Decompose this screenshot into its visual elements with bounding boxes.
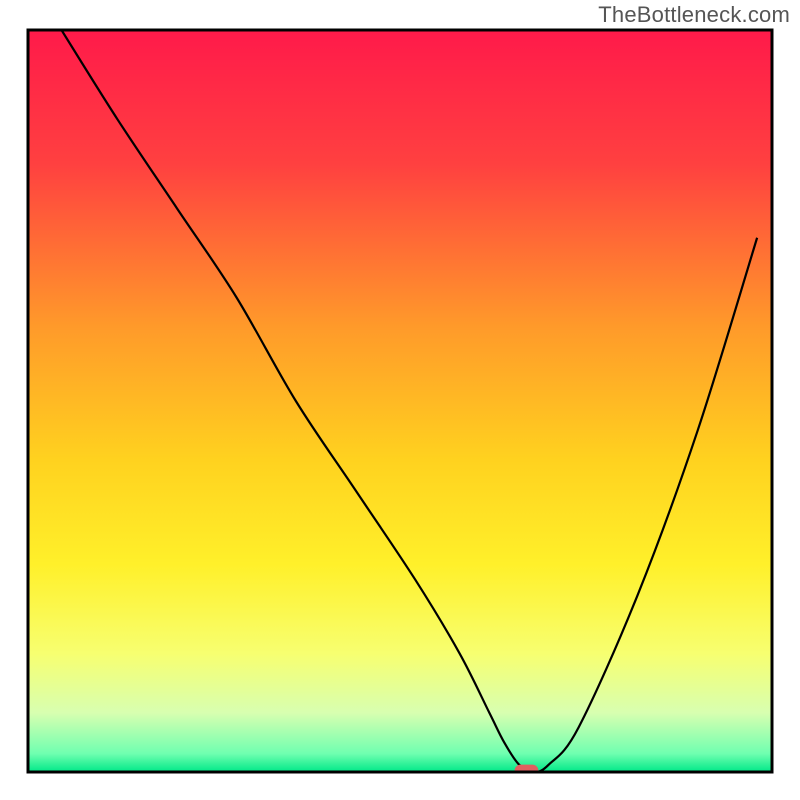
chart-background-gradient xyxy=(28,30,772,772)
bottleneck-chart xyxy=(0,0,800,800)
